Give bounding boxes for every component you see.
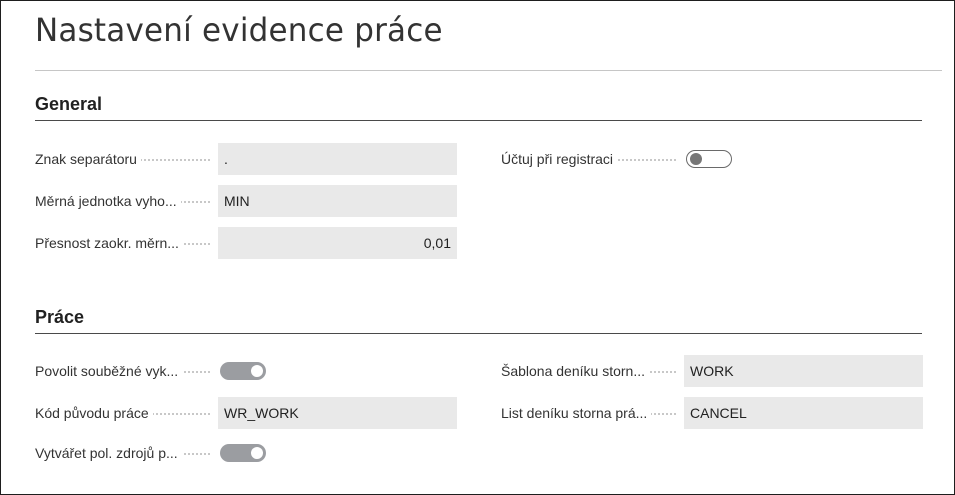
allow-concurrent-label: Povolit souběžné vyk... xyxy=(35,363,183,379)
rounding-input[interactable]: 0,01 xyxy=(218,227,457,259)
reversal-template-label: Šablona deníku storn... xyxy=(501,363,649,379)
separator-label: Znak separátoru xyxy=(35,151,141,167)
separator-input[interactable]: . xyxy=(218,143,457,175)
section-general-heading[interactable]: General xyxy=(35,94,102,115)
section-general-divider xyxy=(35,120,922,121)
field-unit: Měrná jednotka vyho... MIN xyxy=(35,185,457,217)
field-label: Znak separátoru xyxy=(35,143,218,175)
rounding-label: Přesnost zaokr. měrn... xyxy=(35,235,183,251)
allow-concurrent-toggle[interactable] xyxy=(220,362,266,380)
source-code-label: Kód původu práce xyxy=(35,405,153,421)
field-separator: Znak separátoru . xyxy=(35,143,457,175)
title-divider xyxy=(35,70,942,71)
field-label: Vytvářet pol. zdrojů p... xyxy=(35,437,218,469)
field-label: Účtuj při registraci xyxy=(501,143,684,175)
field-create-resource: Vytvářet pol. zdrojů p... xyxy=(35,437,266,469)
reversal-batch-label: List deníku storna prá... xyxy=(501,405,652,421)
post-on-register-toggle[interactable] xyxy=(686,150,732,168)
page-title: Nastavení evidence práce xyxy=(35,12,443,50)
field-rounding: Přesnost zaokr. měrn... 0,01 xyxy=(35,227,457,259)
toggle-knob xyxy=(690,153,702,165)
create-resource-label: Vytvářet pol. zdrojů p... xyxy=(35,445,182,461)
toggle-knob xyxy=(251,447,263,459)
post-on-register-label: Účtuj při registraci xyxy=(501,151,618,167)
field-label: Šablona deníku storn... xyxy=(501,355,684,387)
page-frame: Nastavení evidence práce General Znak se… xyxy=(0,0,955,495)
source-code-input[interactable]: WR_WORK xyxy=(218,397,457,429)
field-reversal-template: Šablona deníku storn... WORK xyxy=(501,355,923,387)
field-label: Kód původu práce xyxy=(35,397,218,429)
field-source-code: Kód původu práce WR_WORK xyxy=(35,397,457,429)
unit-label: Měrná jednotka vyho... xyxy=(35,193,181,209)
unit-input[interactable]: MIN xyxy=(218,185,457,217)
section-work-heading[interactable]: Práce xyxy=(35,307,84,328)
reversal-batch-input[interactable]: CANCEL xyxy=(684,397,923,429)
section-work-divider xyxy=(35,333,922,334)
create-resource-toggle[interactable] xyxy=(220,444,266,462)
field-allow-concurrent: Povolit souběžné vyk... xyxy=(35,355,266,387)
field-label: Přesnost zaokr. měrn... xyxy=(35,227,218,259)
field-label: List deníku storna prá... xyxy=(501,397,684,429)
field-reversal-batch: List deníku storna prá... CANCEL xyxy=(501,397,923,429)
reversal-template-input[interactable]: WORK xyxy=(684,355,923,387)
field-label: Měrná jednotka vyho... xyxy=(35,185,218,217)
field-label: Povolit souběžné vyk... xyxy=(35,355,218,387)
field-post-on-register: Účtuj při registraci xyxy=(501,143,732,175)
toggle-knob xyxy=(251,365,263,377)
